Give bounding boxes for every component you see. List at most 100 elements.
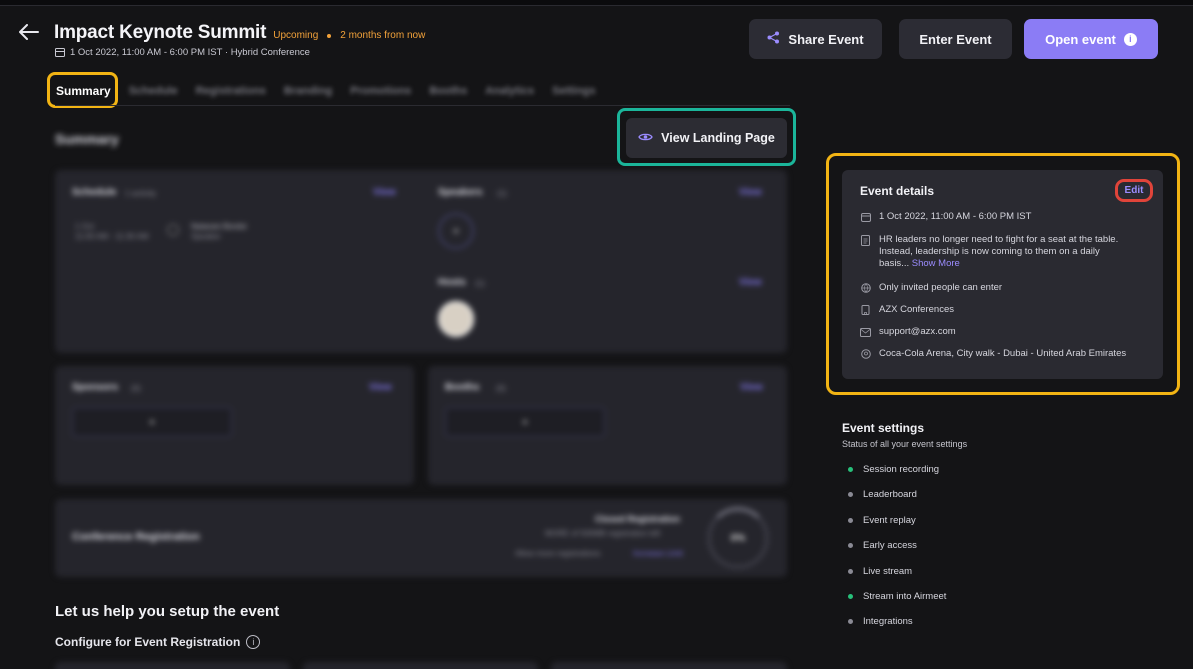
booths-card-label: Booths [445,382,480,393]
add-booth-placeholder[interactable]: + [445,407,605,437]
event-organizer: AZX Conferences [879,304,954,315]
setup-card-1[interactable] [55,662,290,669]
registration-progress-ring: 0% [707,507,769,569]
event-subtitle: 1 Oct 2022, 11:00 AM - 6:00 PM IST · Hyb… [70,47,310,58]
event-access: Only invited people can enter [879,282,1003,293]
tab-analytics[interactable]: Analytics [485,85,534,97]
schedule-speaker-name: Natarani Bordoi [191,222,247,231]
enter-event-button[interactable]: Enter Event [899,19,1012,59]
info-icon: i [1123,32,1137,46]
event-title: Impact Keynote Summit [54,22,267,43]
schedule-card-count: 1 activity [125,189,157,198]
setup-subheading: Configure for Event Registration [55,635,241,649]
setting-session-recording[interactable]: Session recording [848,464,939,475]
speaker-avatar-small [167,224,179,236]
show-more-link[interactable]: Show More [912,258,960,269]
open-event-button[interactable]: Open event i [1024,19,1158,59]
event-location-row: Coca-Cola Arena, City walk - Dubai - Uni… [860,348,1126,360]
eye-icon [638,131,653,145]
edit-event-details-button[interactable]: Edit [1119,183,1149,198]
event-subtitle-row: 1 Oct 2022, 11:00 AM - 6:00 PM IST · Hyb… [55,47,310,58]
booths-card-count: (0) [496,384,506,393]
event-settings-subtitle: Status of all your event settings [842,439,968,449]
globe-icon [860,283,871,294]
event-settings-title: Event settings [842,421,925,435]
setting-leaderboard[interactable]: Leaderboard [848,489,917,500]
status-dot-icon [848,543,853,548]
summary-tab-highlight [47,72,118,108]
setting-label: Live stream [863,566,913,577]
setup-subheading-row: Configure for Event Registration i [55,635,261,649]
building-icon [860,305,871,316]
setting-label: Session recording [863,464,940,475]
info-icon[interactable]: i [246,635,261,649]
event-relative-time: 2 months from now [340,30,426,41]
share-icon [767,31,780,47]
back-arrow-icon[interactable] [16,20,42,44]
tab-promotions[interactable]: Promotions [350,85,411,97]
setting-label: Integrations [863,616,913,627]
speakers-view-link[interactable]: View [739,187,762,198]
sponsors-card-count: (0) [131,384,141,393]
schedule-view-link[interactable]: View [373,187,396,198]
booths-view-link[interactable]: View [740,382,763,393]
status-dot-icon [848,569,853,574]
document-icon [860,234,871,246]
setup-card-3[interactable] [551,662,787,669]
add-sponsor-placeholder[interactable]: + [72,407,232,437]
host-avatar [438,301,474,337]
status-dot-icon [848,619,853,624]
speakers-card-count: (1) [497,189,507,198]
tab-booths[interactable]: Booths [429,85,467,97]
status-dot-icon [848,518,853,523]
event-tabs: Summary Schedule Registrations Branding … [56,78,596,104]
tabs-divider [55,105,790,106]
calendar-icon [860,212,871,223]
schedule-card-label: Schedule [72,187,117,198]
increase-limit-link[interactable]: Increase Limit [633,549,683,558]
status-dot-icon [848,492,853,497]
setup-heading: Let us help you setup the event [55,603,280,620]
registration-card-label: Conference Registration [72,531,200,543]
share-event-button[interactable]: Share Event [749,19,882,59]
conference-registration-card: Conference Registration Closed Registrat… [55,499,787,577]
schedule-speaker-role: Speaker [191,232,221,241]
event-description-line-2: Instead, leadership is now coming to the… [879,246,1100,257]
schedule-date: 1 Oct [75,222,95,231]
event-organizer-row: AZX Conferences [860,304,954,316]
event-datetime: 1 Oct 2022, 11:00 AM - 6:00 PM IST [879,211,1032,222]
view-landing-page-button[interactable]: View Landing Page [626,118,787,158]
setting-label: Leaderboard [863,489,917,500]
status-separator-dot [327,34,332,38]
sponsors-card: Sponsors (0) View + [55,366,414,485]
setting-event-replay[interactable]: Event replay [848,515,916,526]
event-title-row: Impact Keynote Summit Upcoming 2 months … [54,22,425,44]
hosts-view-link[interactable]: View [739,277,762,288]
summary-heading: Summary [55,131,119,147]
setup-card-2[interactable] [303,662,538,669]
event-details-title: Event details [860,184,935,198]
tab-settings[interactable]: Settings [552,85,595,97]
open-event-label: Open event [1045,31,1116,47]
hosts-card-label: Hosts [438,277,466,288]
booths-card: Booths (0) View + [428,366,787,485]
tab-schedule[interactable]: Schedule [129,85,178,97]
calendar-icon [55,48,65,57]
event-email-row: support@azx.com [860,326,956,338]
status-dot-icon [848,467,853,472]
setting-live-stream[interactable]: Live stream [848,566,912,577]
location-pin-icon [860,349,871,360]
event-access-row: Only invited people can enter [860,282,1002,294]
setting-stream-into-airmeet[interactable]: Stream into Airmeet [848,591,946,602]
tab-registrations[interactable]: Registrations [196,85,266,97]
setting-early-access[interactable]: Early access [848,540,917,551]
sponsors-view-link[interactable]: View [369,382,392,393]
share-event-label: Share Event [788,31,864,47]
hosts-card-count: (1) [475,279,485,288]
event-email: support@azx.com [879,326,956,337]
schedule-speakers-card: Schedule 1 activity View 1 Oct 11:00 AM … [55,170,787,353]
setting-label: Stream into Airmeet [863,591,947,602]
add-speaker-placeholder[interactable]: + [438,213,474,249]
setting-integrations[interactable]: Integrations [848,616,913,627]
tab-branding[interactable]: Branding [284,85,332,97]
